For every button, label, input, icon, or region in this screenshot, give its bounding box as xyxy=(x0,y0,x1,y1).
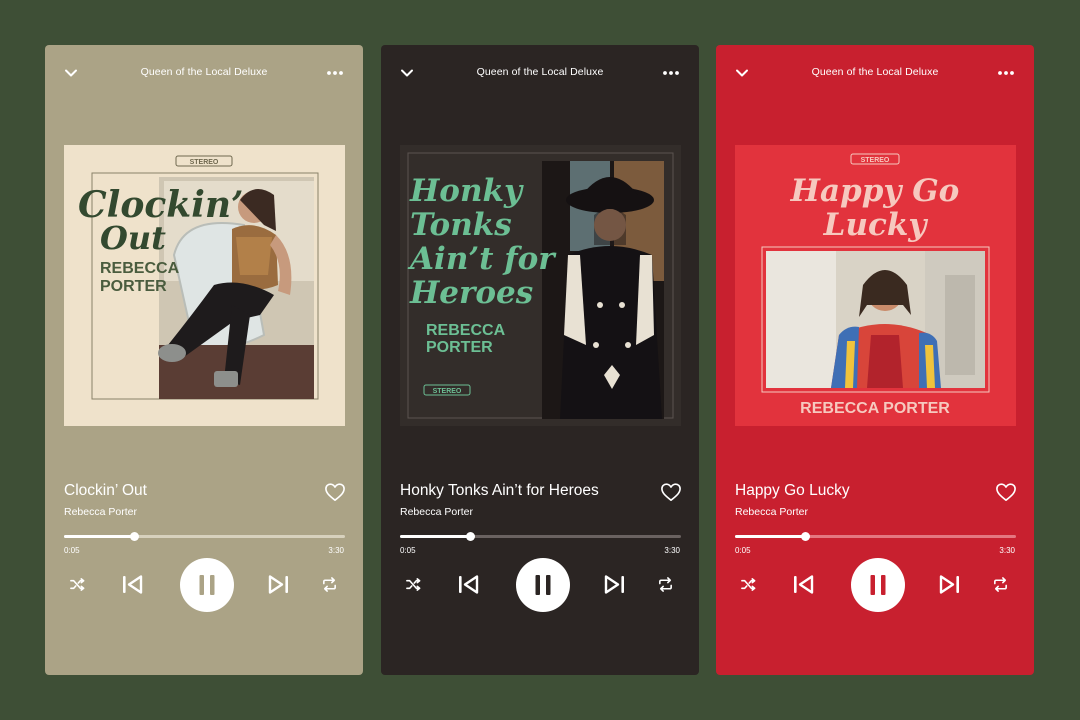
progress-handle[interactable] xyxy=(466,532,476,541)
skip-previous-icon[interactable] xyxy=(457,574,479,595)
more-dots-icon[interactable] xyxy=(996,65,1016,81)
skip-next-icon[interactable] xyxy=(268,574,290,595)
cover-title-line-3: Ain’t for xyxy=(407,241,557,277)
cover-artist-line-1: REBECCA xyxy=(426,322,506,339)
progress-bar[interactable] xyxy=(400,532,681,541)
progress-bar[interactable] xyxy=(735,532,1016,541)
repeat-icon[interactable] xyxy=(321,576,338,593)
progress-bar[interactable] xyxy=(64,532,345,541)
skip-next-icon[interactable] xyxy=(939,574,961,595)
player-header: Queen of the Local Deluxe xyxy=(45,45,363,101)
pause-icon xyxy=(535,575,551,595)
cover-title-line-2: Tonks xyxy=(410,207,512,243)
heart-icon[interactable] xyxy=(660,482,682,502)
more-dots-icon[interactable] xyxy=(661,65,681,81)
pause-button[interactable] xyxy=(516,558,570,612)
chevron-down-icon[interactable] xyxy=(399,65,415,81)
cover-title-line-1: Happy Go xyxy=(790,173,960,209)
progress-fill xyxy=(735,535,806,538)
total-time: 3:30 xyxy=(328,546,344,555)
shuffle-icon[interactable] xyxy=(69,576,86,593)
elapsed-time: 0:05 xyxy=(735,546,751,555)
album-art: Honky Tonks Ain’t for Heroes REBECCA POR… xyxy=(400,145,681,426)
album-title: Queen of the Local Deluxe xyxy=(811,66,939,78)
artist-name[interactable]: Rebecca Porter xyxy=(400,506,473,518)
player-card-2: Queen of the Local Deluxe Honky Tonks Ai… xyxy=(381,45,699,675)
cover-artist-line-2: PORTER xyxy=(100,278,167,295)
artist-name[interactable]: Rebecca Porter xyxy=(735,506,808,518)
pause-icon xyxy=(199,575,215,595)
stereo-stamp: STEREO xyxy=(433,388,462,395)
cover-title-line-2: Out xyxy=(100,219,166,257)
elapsed-time: 0:05 xyxy=(400,546,416,555)
player-header: Queen of the Local Deluxe xyxy=(716,45,1034,101)
repeat-icon[interactable] xyxy=(992,576,1009,593)
song-title: Happy Go Lucky xyxy=(735,482,850,499)
song-title: Honky Tonks Ain’t for Heroes xyxy=(400,482,599,499)
album-title: Queen of the Local Deluxe xyxy=(476,66,604,78)
total-time: 3:30 xyxy=(999,546,1015,555)
cover-title-line-4: Heroes xyxy=(409,275,533,311)
cover-title-line-1: Honky xyxy=(409,173,524,209)
cover-artist-line-1: REBECCA xyxy=(100,260,180,277)
shuffle-icon[interactable] xyxy=(405,576,422,593)
pause-button[interactable] xyxy=(851,558,905,612)
stereo-stamp: STEREO xyxy=(190,159,219,166)
album-art: STEREO Happy Go Lucky REBECCA PORTER xyxy=(735,145,1016,426)
progress-handle[interactable] xyxy=(130,532,140,541)
more-dots-icon[interactable] xyxy=(325,65,345,81)
player-card-3: Queen of the Local Deluxe STEREO Happy G… xyxy=(716,45,1034,675)
album-title: Queen of the Local Deluxe xyxy=(140,66,268,78)
artist-name[interactable]: Rebecca Porter xyxy=(64,506,137,518)
elapsed-time: 0:05 xyxy=(64,546,80,555)
pause-button[interactable] xyxy=(180,558,234,612)
song-title: Clockin’ Out xyxy=(64,482,147,499)
skip-previous-icon[interactable] xyxy=(792,574,814,595)
progress-fill xyxy=(400,535,471,538)
chevron-down-icon[interactable] xyxy=(734,65,750,81)
cover-title-line-2: Lucky xyxy=(823,207,929,243)
player-header: Queen of the Local Deluxe xyxy=(381,45,699,101)
shuffle-icon[interactable] xyxy=(740,576,757,593)
repeat-icon[interactable] xyxy=(657,576,674,593)
heart-icon[interactable] xyxy=(995,482,1017,502)
progress-handle[interactable] xyxy=(801,532,811,541)
album-art: STEREO Clockin’ Out REBECCA PORTER xyxy=(64,145,345,426)
heart-icon[interactable] xyxy=(324,482,346,502)
cover-artist-line-2: PORTER xyxy=(426,339,493,356)
stereo-stamp: STEREO xyxy=(861,157,890,164)
cover-artist-line-1: REBECCA PORTER xyxy=(800,400,950,417)
player-card-1: Queen of the Local Deluxe STEREO Clockin… xyxy=(45,45,363,675)
chevron-down-icon[interactable] xyxy=(63,65,79,81)
progress-fill xyxy=(64,535,135,538)
skip-previous-icon[interactable] xyxy=(121,574,143,595)
skip-next-icon[interactable] xyxy=(604,574,626,595)
total-time: 3:30 xyxy=(664,546,680,555)
pause-icon xyxy=(870,575,886,595)
